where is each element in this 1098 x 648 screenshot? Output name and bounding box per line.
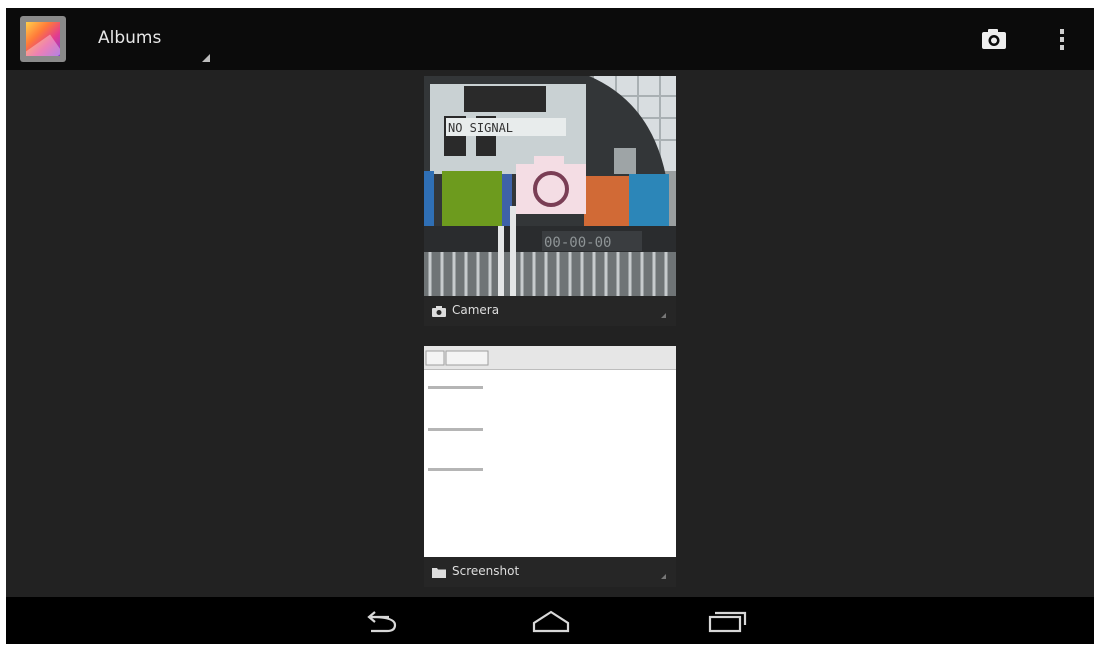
overflow-menu-button[interactable] <box>1048 22 1076 58</box>
album-screenshot[interactable]: Screenshot <box>424 346 676 587</box>
svg-text:00-00-00: 00-00-00 <box>544 235 611 251</box>
folder-icon <box>432 568 446 578</box>
album-label: Camera <box>452 303 500 317</box>
camera-button[interactable] <box>968 22 1018 58</box>
home-button[interactable] <box>521 603 581 639</box>
back-icon <box>367 611 397 633</box>
camera-icon <box>982 29 1006 49</box>
camera-icon <box>432 306 446 317</box>
albums-spinner[interactable]: Albums <box>88 20 228 64</box>
album-label: Screenshot <box>452 564 520 578</box>
no-signal-text: NO SIGNAL <box>448 121 513 135</box>
recent-apps-button[interactable] <box>696 603 756 639</box>
gallery-screen: Albums NO SIGNAL 00-00-00 Camera Screens… <box>6 8 1094 644</box>
caption-corner-indicator <box>661 313 666 318</box>
home-icon <box>532 610 570 633</box>
albums-spinner-label: Albums <box>98 28 162 48</box>
navigation-bar <box>6 597 1094 644</box>
spinner-indicator <box>202 54 210 62</box>
action-bar: Albums <box>6 8 1094 70</box>
overflow-menu-icon <box>1060 29 1064 50</box>
caption-corner-indicator <box>661 574 666 579</box>
album-camera[interactable]: NO SIGNAL 00-00-00 Camera <box>424 76 676 326</box>
recent-apps-icon <box>708 611 747 633</box>
gallery-icon[interactable] <box>20 16 66 62</box>
album-caption: Screenshot <box>424 557 676 587</box>
screenshot-album-thumbnail <box>424 346 676 557</box>
back-button[interactable] <box>349 603 409 639</box>
album-caption: Camera <box>424 296 676 326</box>
camera-album-thumbnail: NO SIGNAL 00-00-00 <box>424 76 676 296</box>
